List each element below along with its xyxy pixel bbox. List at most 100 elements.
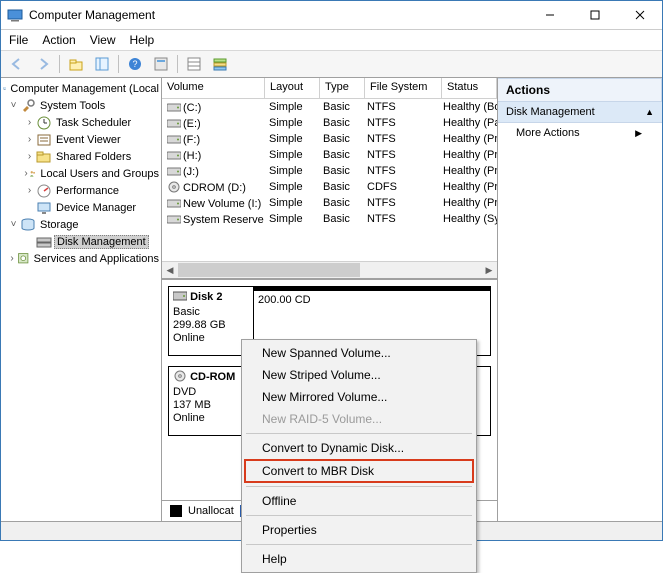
tree-task-scheduler[interactable]: › Task Scheduler bbox=[3, 114, 161, 131]
column-header-filesystem[interactable]: File System bbox=[365, 78, 442, 98]
partition-size: 200.00 CD bbox=[258, 294, 311, 306]
collapse-icon[interactable]: ˅ bbox=[7, 100, 20, 111]
back-button[interactable] bbox=[5, 52, 29, 76]
tree-device-manager[interactable]: Device Manager bbox=[3, 199, 161, 216]
scroll-thumb[interactable] bbox=[178, 263, 360, 277]
column-header-status[interactable]: Status bbox=[442, 78, 497, 98]
tree-label: Event Viewer bbox=[54, 134, 123, 146]
refresh-button[interactable] bbox=[149, 52, 173, 76]
volume-type: Basic bbox=[318, 197, 362, 209]
horizontal-scrollbar[interactable]: ◀ ▶ bbox=[162, 261, 497, 278]
volume-status: Healthy (Primary P bbox=[438, 197, 497, 209]
volume-list-header[interactable]: Volume Layout Type File System Status bbox=[162, 78, 497, 99]
volume-row[interactable]: System ReservedSimpleBasicNTFSHealthy (S… bbox=[162, 211, 497, 227]
tree-storage[interactable]: ˅ Storage bbox=[3, 216, 161, 233]
tree-shared-folders[interactable]: › Shared Folders bbox=[3, 148, 161, 165]
help-button[interactable]: ? bbox=[123, 52, 147, 76]
tree-event-viewer[interactable]: › Event Viewer bbox=[3, 131, 161, 148]
tree-disk-management[interactable]: Disk Management bbox=[3, 233, 161, 250]
volume-row[interactable]: (C:)SimpleBasicNTFSHealthy (Boot, Cra bbox=[162, 99, 497, 115]
tree-services-apps[interactable]: › Services and Applications bbox=[3, 250, 161, 267]
volume-row[interactable]: CDROM (D:)SimpleBasicCDFSHealthy (Primar… bbox=[162, 179, 497, 195]
expand-icon[interactable]: › bbox=[23, 117, 36, 128]
scroll-track[interactable] bbox=[178, 263, 481, 277]
volume-fs: CDFS bbox=[362, 181, 438, 193]
settings-button[interactable] bbox=[182, 52, 206, 76]
expand-icon[interactable]: › bbox=[7, 253, 17, 264]
volume-list[interactable]: Volume Layout Type File System Status (C… bbox=[162, 78, 497, 280]
disk-title: Disk 2 bbox=[190, 291, 222, 303]
column-header-layout[interactable]: Layout bbox=[265, 78, 320, 98]
volume-row[interactable]: (J:)SimpleBasicNTFSHealthy (Primary P bbox=[162, 163, 497, 179]
event-icon bbox=[36, 132, 52, 148]
disk-state: Online bbox=[173, 412, 205, 424]
volume-fs: NTFS bbox=[362, 117, 438, 129]
tree-performance[interactable]: › Performance bbox=[3, 182, 161, 199]
volume-name: New Volume (I:) bbox=[183, 198, 261, 210]
tools-icon bbox=[20, 98, 36, 114]
volume-row[interactable]: (E:)SimpleBasicNTFSHealthy (Page File, bbox=[162, 115, 497, 131]
tree-label: Performance bbox=[54, 185, 121, 197]
menu-view[interactable]: View bbox=[90, 33, 116, 47]
volume-type: Basic bbox=[318, 213, 362, 225]
menu-convert-dynamic[interactable]: Convert to Dynamic Disk... bbox=[244, 437, 474, 459]
menu-help[interactable]: Help bbox=[244, 548, 474, 570]
expand-icon[interactable]: › bbox=[23, 185, 36, 196]
up-button[interactable] bbox=[64, 52, 88, 76]
show-hide-tree-button[interactable] bbox=[90, 52, 114, 76]
disk-icon bbox=[173, 290, 187, 306]
volume-type: Basic bbox=[318, 149, 362, 161]
column-header-type[interactable]: Type bbox=[320, 78, 365, 98]
app-icon bbox=[7, 7, 23, 23]
actions-section[interactable]: Disk Management ▲ bbox=[498, 102, 662, 123]
navigation-tree[interactable]: Computer Management (Local ˅ System Tool… bbox=[1, 78, 162, 521]
close-button[interactable] bbox=[617, 1, 662, 29]
collapse-icon[interactable]: ˅ bbox=[7, 219, 20, 230]
computer-management-window: Computer Management File Action View Hel… bbox=[0, 0, 663, 541]
tree-label: Shared Folders bbox=[54, 151, 133, 163]
menu-offline[interactable]: Offline bbox=[244, 490, 474, 512]
volume-fs: NTFS bbox=[362, 213, 438, 225]
menu-file[interactable]: File bbox=[9, 33, 28, 47]
scroll-right-button[interactable]: ▶ bbox=[481, 263, 497, 277]
menu-new-mirrored[interactable]: New Mirrored Volume... bbox=[244, 386, 474, 408]
context-menu[interactable]: New Spanned Volume... New Striped Volume… bbox=[241, 339, 477, 573]
services-icon bbox=[17, 251, 29, 267]
tree-local-users[interactable]: › Local Users and Groups bbox=[3, 165, 161, 182]
actions-more-label: More Actions bbox=[516, 127, 580, 139]
menu-new-spanned[interactable]: New Spanned Volume... bbox=[244, 342, 474, 364]
volume-layout: Simple bbox=[264, 149, 318, 161]
volume-row[interactable]: (F:)SimpleBasicNTFSHealthy (Primary P bbox=[162, 131, 497, 147]
expand-icon[interactable]: › bbox=[23, 134, 36, 145]
minimize-button[interactable] bbox=[527, 1, 572, 29]
computer-icon bbox=[3, 81, 6, 97]
volume-fs: NTFS bbox=[362, 197, 438, 209]
window-title: Computer Management bbox=[29, 8, 527, 22]
tree-root[interactable]: Computer Management (Local bbox=[3, 80, 161, 97]
column-header-volume[interactable]: Volume bbox=[162, 78, 265, 98]
volume-fs: NTFS bbox=[362, 165, 438, 177]
maximize-button[interactable] bbox=[572, 1, 617, 29]
volume-status: Healthy (System, A bbox=[438, 213, 497, 225]
forward-button[interactable] bbox=[31, 52, 55, 76]
volume-name: (F:) bbox=[183, 134, 200, 146]
volume-row[interactable]: New Volume (I:)SimpleBasicNTFSHealthy (P… bbox=[162, 195, 497, 211]
action-list-button[interactable] bbox=[208, 52, 232, 76]
menu-new-striped[interactable]: New Striped Volume... bbox=[244, 364, 474, 386]
titlebar[interactable]: Computer Management bbox=[1, 1, 662, 30]
menu-help[interactable]: Help bbox=[130, 33, 155, 47]
menu-action[interactable]: Action bbox=[42, 33, 75, 47]
actions-more-actions[interactable]: More Actions ▶ bbox=[498, 123, 662, 143]
expand-icon[interactable]: › bbox=[23, 151, 36, 162]
volume-fs: NTFS bbox=[362, 133, 438, 145]
tree-system-tools[interactable]: ˅ System Tools bbox=[3, 97, 161, 114]
scroll-left-button[interactable]: ◀ bbox=[162, 263, 178, 277]
clock-icon bbox=[36, 115, 52, 131]
menu-properties[interactable]: Properties bbox=[244, 519, 474, 541]
volume-layout: Simple bbox=[264, 181, 318, 193]
menu-separator bbox=[246, 433, 472, 434]
disk-title: CD-ROM bbox=[190, 371, 235, 383]
menu-convert-mbr[interactable]: Convert to MBR Disk bbox=[244, 459, 474, 483]
volume-row[interactable]: (H:)SimpleBasicNTFSHealthy (Primary P bbox=[162, 147, 497, 163]
menu-separator bbox=[246, 515, 472, 516]
